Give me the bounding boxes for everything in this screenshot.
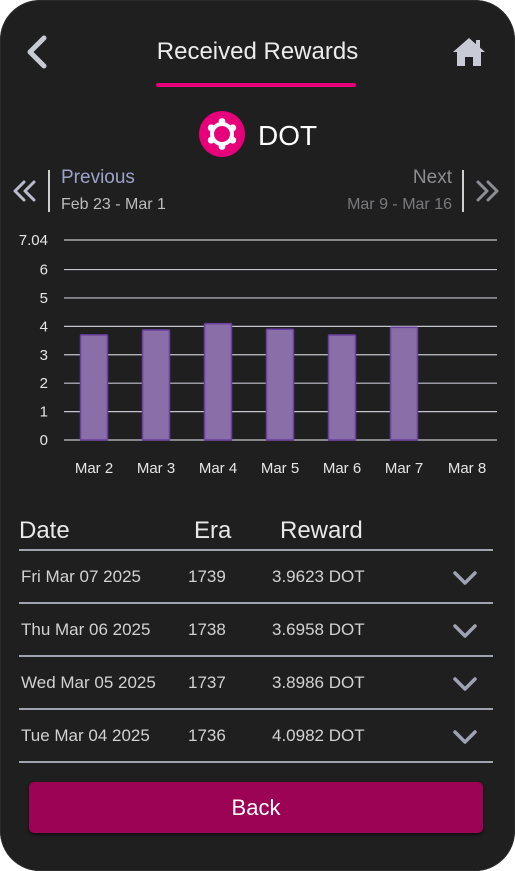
bar: [327, 334, 357, 441]
nav-next-divider: [462, 170, 464, 212]
column-header-reward: Reward: [280, 517, 363, 544]
x-tick-label: Mar 7: [385, 460, 423, 477]
chevron-down-icon[interactable]: [452, 623, 478, 639]
bar: [79, 334, 109, 441]
y-tick-label: 7.04: [19, 232, 48, 249]
table-row[interactable]: Thu Mar 06 2025 1738 3.6958 DOT: [19, 604, 493, 657]
row-date: Thu Mar 06 2025: [21, 620, 151, 639]
page-title: Received Rewards: [156, 38, 359, 65]
row-date: Wed Mar 05 2025: [21, 673, 156, 692]
phone-screen: Received Rewards DOT Previous Feb 23 - M…: [0, 0, 515, 871]
column-header-date: Date: [19, 517, 70, 544]
home-icon[interactable]: [451, 36, 487, 68]
next-week-link[interactable]: Next: [413, 167, 452, 189]
previous-week-range: Feb 23 - Mar 1: [61, 196, 166, 213]
row-reward: 3.8986 DOT: [272, 673, 365, 692]
row-divider: [19, 761, 493, 763]
next-week-range: Mar 9 - Mar 16: [347, 196, 452, 213]
back-button[interactable]: Back: [29, 782, 483, 833]
row-date: Fri Mar 07 2025: [21, 567, 141, 586]
table-row[interactable]: Fri Mar 07 2025 1739 3.9623 DOT: [19, 551, 493, 604]
y-tick-label: 0: [40, 432, 48, 449]
row-reward: 3.9623 DOT: [272, 567, 365, 586]
column-header-era: Era: [194, 517, 232, 544]
x-tick-label: Mar 8: [448, 460, 486, 477]
row-reward: 4.0982 DOT: [272, 726, 365, 745]
row-date: Tue Mar 04 2025: [21, 726, 150, 745]
bar: [141, 329, 171, 441]
bar: [265, 328, 295, 441]
rewards-bar-chart: 0 1 2 3 4 5 6 7.04 Mar 2 Mar 3 Mar 4 Mar 5 Mar 6 Mar …: [19, 232, 497, 477]
chevron-down-icon[interactable]: [452, 676, 478, 692]
double-chevron-right-icon[interactable]: [474, 178, 500, 204]
y-tick-label: 2: [40, 375, 48, 392]
token-name: DOT: [258, 120, 318, 151]
polkadot-logo-icon: [199, 111, 245, 157]
previous-week-link[interactable]: Previous: [61, 167, 135, 189]
y-tick-label: 4: [40, 318, 48, 335]
title-underline: [156, 83, 356, 87]
double-chevron-left-icon[interactable]: [12, 178, 38, 204]
table-row[interactable]: Wed Mar 05 2025 1737 3.8986 DOT: [19, 657, 493, 710]
chevron-down-icon[interactable]: [452, 570, 478, 586]
row-era: 1736: [188, 726, 226, 745]
y-tick-label: 1: [40, 404, 48, 421]
row-reward: 3.6958 DOT: [272, 620, 365, 639]
row-era: 1737: [188, 673, 226, 692]
y-tick-label: 6: [40, 262, 48, 279]
bar: [389, 326, 419, 441]
token-header: DOT: [0, 108, 515, 160]
header: Received Rewards: [0, 0, 515, 95]
row-era: 1738: [188, 620, 226, 639]
x-tick-label: Mar 6: [323, 460, 361, 477]
y-tick-label: 5: [40, 290, 48, 307]
y-tick-label: 3: [40, 347, 48, 364]
x-tick-label: Mar 4: [199, 460, 237, 477]
x-tick-label: Mar 5: [261, 460, 299, 477]
chevron-down-icon[interactable]: [452, 729, 478, 745]
bar: [203, 322, 233, 441]
x-tick-label: Mar 2: [75, 460, 113, 477]
row-era: 1739: [188, 567, 226, 586]
table-row[interactable]: Tue Mar 04 2025 1736 4.0982 DOT: [19, 710, 493, 763]
x-tick-label: Mar 3: [137, 460, 175, 477]
nav-prev-divider: [48, 170, 50, 212]
